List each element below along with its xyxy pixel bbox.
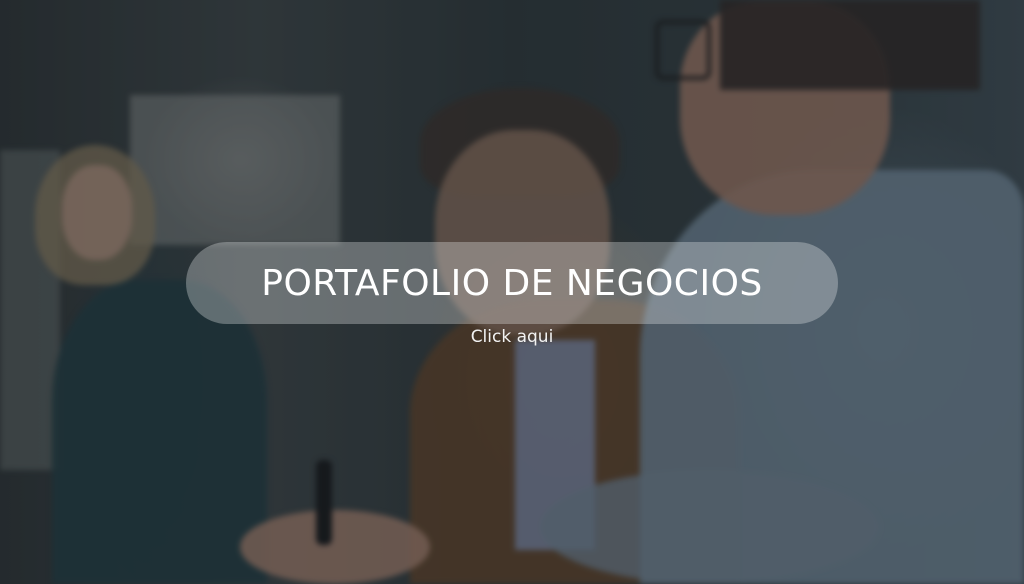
portfolio-title: PORTAFOLIO DE NEGOCIOS <box>261 262 763 304</box>
click-here-link[interactable]: Click aqui <box>0 327 1024 347</box>
hero-banner: PORTAFOLIO DE NEGOCIOS Click aqui <box>0 0 1024 584</box>
portfolio-button[interactable]: PORTAFOLIO DE NEGOCIOS <box>186 242 838 324</box>
